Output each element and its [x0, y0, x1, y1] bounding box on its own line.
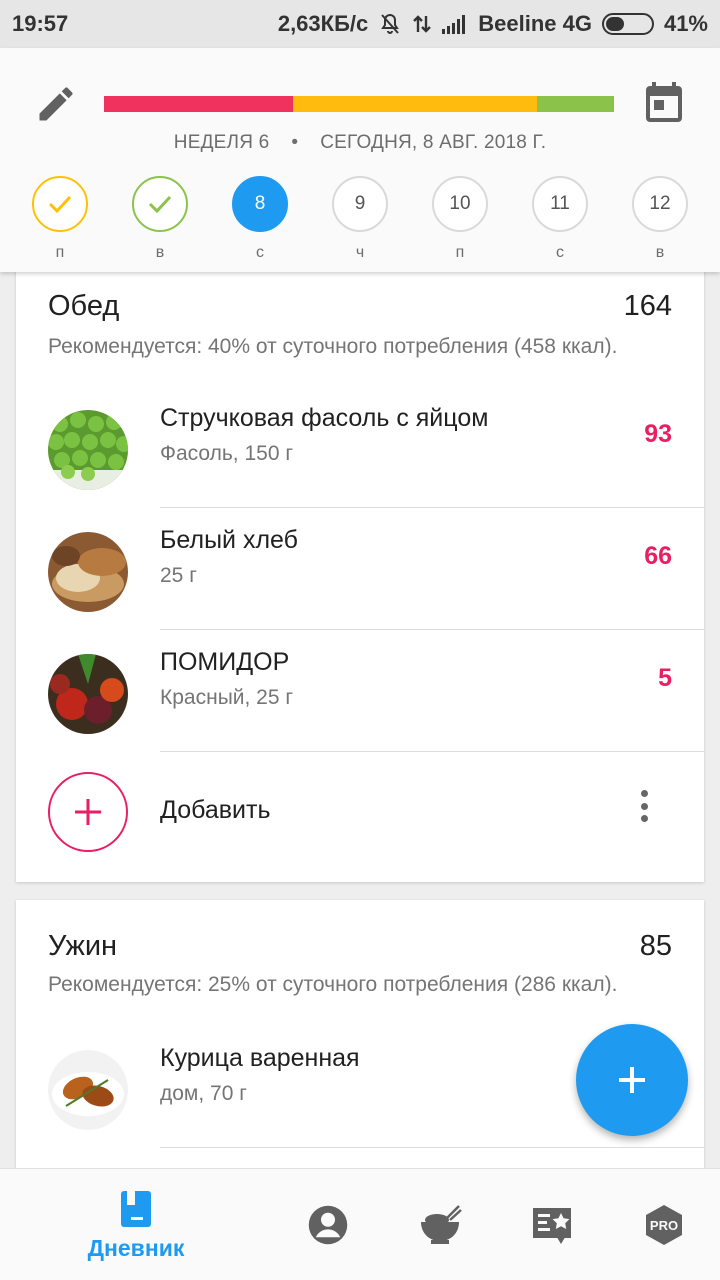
add-entry-fab[interactable]: [576, 1024, 688, 1136]
day-circle: 11: [532, 176, 588, 232]
progress-segment: [292, 96, 538, 112]
food-name: Стручковая фасоль с яйцом: [160, 404, 489, 432]
food-calories: 66: [644, 542, 672, 570]
vegetables-photo: [48, 654, 128, 734]
bottom-navigation: Дневник PRO: [0, 1168, 720, 1280]
diet-plans-icon: [533, 1208, 571, 1244]
data-transfer-icon: [412, 12, 432, 36]
week-label: НЕДЕЛЯ 6: [173, 132, 270, 153]
food-item[interactable]: Стручковая фасоль с яйцом Фасоль, 150 г …: [16, 386, 704, 508]
meal-title: Ужин: [48, 930, 118, 962]
plus-icon: [619, 1067, 645, 1093]
divider: [160, 1147, 704, 1148]
calendar-icon[interactable]: [640, 80, 688, 128]
bread-photo: [48, 532, 128, 612]
food-detail: 25 г: [160, 564, 197, 587]
battery-percent: 41%: [663, 11, 708, 36]
day-circle: 9: [332, 176, 388, 232]
day-mon[interactable]: п: [32, 176, 88, 262]
meal-card-lunch: Обед 164 Рекомендуется: 40% от суточного…: [16, 262, 704, 882]
day-thu[interactable]: 9 ч: [332, 176, 388, 262]
nav-recipes[interactable]: [410, 1169, 470, 1280]
day-wed[interactable]: 8 с: [232, 176, 288, 262]
day-label: ч: [355, 244, 365, 261]
food-detail: Фасоль, 150 г: [160, 442, 293, 465]
meal-title: Обед: [48, 290, 120, 322]
progress-segment: [104, 96, 293, 112]
rice-bowl-icon: [421, 1205, 462, 1244]
diary-header: НЕДЕЛЯ 6 • СЕГОДНЯ, 8 АВГ. 2018 Г. п в 8 с…: [0, 48, 720, 272]
day-label: в: [155, 244, 165, 261]
nav-diary-label: Дневник: [87, 1234, 185, 1261]
diary-icon: [121, 1190, 151, 1227]
calorie-progress-bar: [104, 96, 614, 112]
day-fri[interactable]: 10 п: [432, 176, 488, 262]
signal-icon: [442, 13, 468, 35]
green-peas-photo: [48, 410, 128, 490]
food-calories: 93: [644, 420, 672, 448]
week-day-selector: п в 8 с 9 ч 10 п 11 с 12 в: [0, 176, 720, 266]
day-sun[interactable]: 12 в: [632, 176, 688, 262]
add-food-row[interactable]: Добавить: [16, 752, 704, 874]
edit-icon[interactable]: [34, 82, 78, 126]
nav-pro[interactable]: PRO: [634, 1169, 694, 1280]
food-name: ПОМИДОР: [160, 648, 290, 676]
food-name: Курица варенная: [160, 1044, 360, 1072]
separator-dot: •: [291, 132, 299, 153]
carrier-name: Beeline 4G: [478, 11, 592, 36]
meal-recommendation: Рекомендуется: 40% от суточного потребле…: [48, 335, 618, 358]
mute-notifications-icon: [378, 12, 402, 36]
check-icon: [148, 195, 172, 214]
day-circle: [32, 176, 88, 232]
battery-icon: [601, 13, 654, 35]
day-label: п: [55, 244, 65, 261]
date-label: СЕГОДНЯ, 8 АВГ. 2018 Г.: [320, 132, 547, 153]
day-sat[interactable]: 11 с: [532, 176, 588, 262]
nav-plans[interactable]: [522, 1169, 582, 1280]
food-detail: Красный, 25 г: [160, 686, 294, 709]
meal-recommendation: Рекомендуется: 25% от суточного потребле…: [48, 973, 618, 996]
profile-icon: [308, 1205, 348, 1245]
day-circle: 10: [432, 176, 488, 232]
nav-profile[interactable]: [298, 1169, 358, 1280]
day-label: с: [556, 244, 564, 261]
day-circle: 12: [632, 176, 688, 232]
day-circle: [132, 176, 188, 232]
week-date-line: НЕДЕЛЯ 6 • СЕГОДНЯ, 8 АВГ. 2018 Г.: [0, 132, 720, 154]
food-calories: 5: [658, 664, 672, 692]
day-label: с: [256, 244, 264, 261]
food-detail: дом, 70 г: [160, 1082, 247, 1105]
status-bar: 19:57 2,63КБ/с Beeline 4G 41%: [0, 0, 720, 48]
food-name: Белый хлеб: [160, 526, 298, 554]
add-food-label: Добавить: [160, 796, 271, 824]
chicken-photo: [48, 1050, 128, 1130]
plus-icon: [75, 799, 101, 825]
nav-diary[interactable]: Дневник: [70, 1169, 202, 1280]
network-speed: 2,63КБ/с: [277, 11, 369, 36]
food-item[interactable]: Белый хлеб 25 г 66: [16, 508, 704, 630]
pro-badge-icon: PRO: [646, 1205, 682, 1245]
more-options-icon[interactable]: [632, 786, 656, 826]
day-tue[interactable]: в: [132, 176, 188, 262]
day-label: п: [455, 244, 465, 261]
meal-total-calories: 164: [623, 290, 672, 322]
check-icon: [48, 195, 72, 214]
food-item[interactable]: ПОМИДОР Красный, 25 г 5: [16, 630, 704, 752]
meal-total-calories: 85: [639, 930, 672, 962]
day-circle: 8: [232, 176, 288, 232]
progress-segment: [537, 96, 614, 112]
add-food-button[interactable]: [48, 772, 128, 852]
day-label: в: [655, 244, 665, 261]
status-time: 19:57: [12, 11, 69, 36]
pro-label: PRO: [650, 1218, 678, 1233]
